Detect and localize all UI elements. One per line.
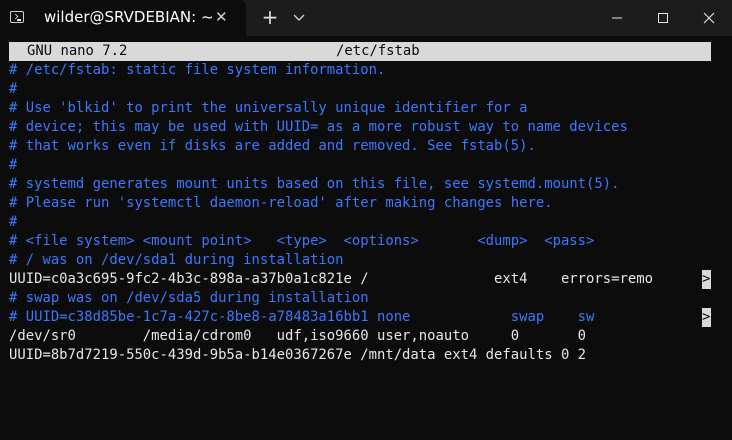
tab-title: wilder@SRVDEBIAN: ~ [44, 8, 214, 26]
line-overflow-marker: > [702, 270, 711, 289]
file-line: # UUID=c38d85be-1c7a-427c-8be8-a78483a16… [9, 309, 645, 325]
file-line: /dev/sr0 /media/cdrom0 udf,iso9660 user,… [9, 328, 587, 344]
file-line: # Please run 'systemctl daemon-reload' a… [9, 195, 553, 211]
file-line: # device; this may be used with UUID= as… [9, 119, 628, 135]
file-line: # <file system> <mount point> <type> <op… [9, 233, 595, 249]
tab-close-icon[interactable]: ✕ [215, 8, 228, 26]
new-tab-button[interactable]: + [261, 6, 279, 28]
nano-version: GNU nano 7.2 [27, 43, 128, 59]
file-line: # that works even if disks are added and… [9, 138, 536, 154]
nano-filename: /etc/fstab [336, 43, 420, 59]
file-line: # / was on /dev/sda1 during installation [9, 252, 344, 268]
file-line: UUID=8b7d7219-550c-439d-9b5a-b14e0367267… [9, 347, 587, 363]
file-line: # [9, 81, 18, 97]
file-line: UUID=c0a3c695-9fc2-4b3c-898a-a37b0a1c821… [9, 271, 653, 287]
close-button[interactable] [686, 0, 732, 36]
terminal-icon [10, 11, 24, 23]
line-overflow-marker: > [702, 308, 711, 327]
file-line: # [9, 214, 18, 230]
minimize-button[interactable] [594, 0, 640, 36]
file-line: # swap was on /dev/sda5 during installat… [9, 290, 369, 306]
chevron-down-icon[interactable] [292, 9, 306, 23]
terminal-area[interactable]: GNU nano 7.2 /etc/fstab # /etc/fstab: st… [0, 41, 732, 406]
file-line: # /etc/fstab: static file system informa… [9, 62, 386, 78]
maximize-icon [658, 13, 668, 23]
file-line: # [9, 157, 18, 173]
file-line: # systemd generates mount units based on… [9, 176, 620, 192]
minimize-icon [612, 17, 622, 19]
title-bar: wilder@SRVDEBIAN: ~ ✕ + [0, 0, 732, 36]
close-icon [703, 12, 715, 24]
maximize-button[interactable] [640, 0, 686, 36]
terminal-tab[interactable]: wilder@SRVDEBIAN: ~ ✕ [0, 0, 246, 36]
file-line: # Use 'blkid' to print the universally u… [9, 100, 528, 116]
nano-header: GNU nano 7.2 /etc/fstab [9, 42, 711, 61]
